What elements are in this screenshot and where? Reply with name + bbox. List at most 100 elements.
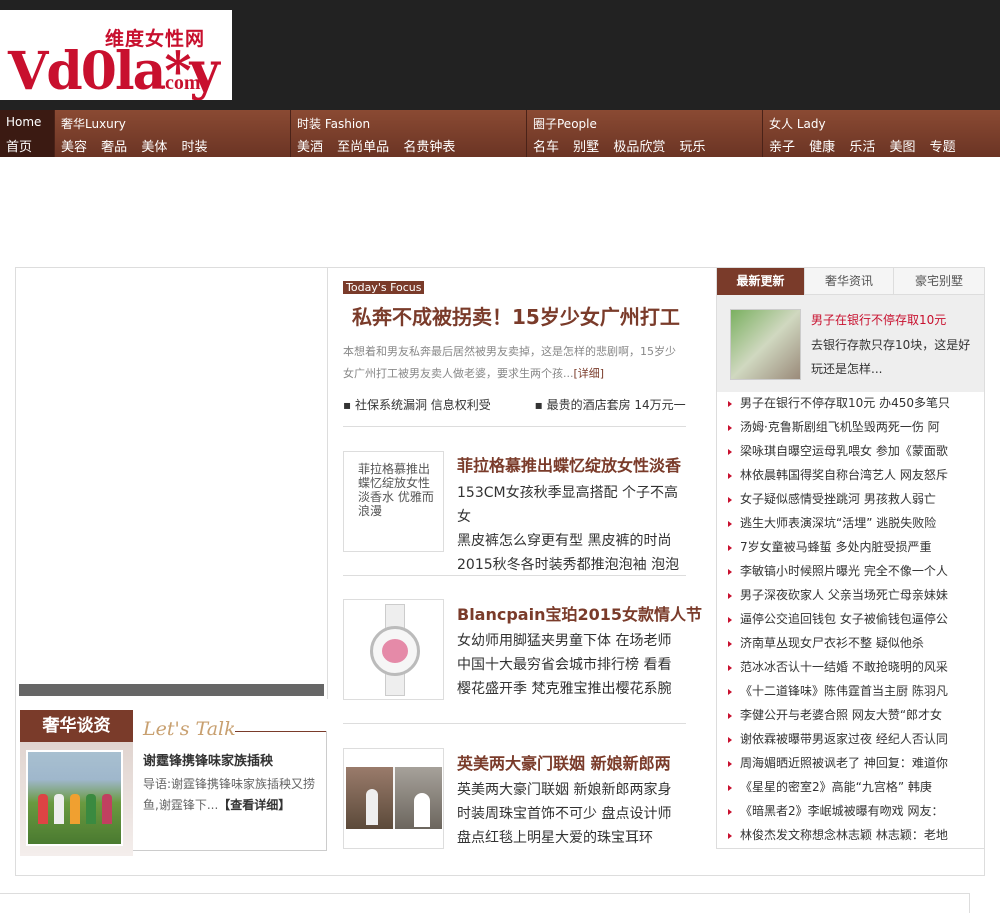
nav-section-head[interactable]: Home [6,115,41,129]
news-item[interactable]: 林依晨韩国得奖自称台湾艺人 网友怒斥 [726,465,984,489]
story-links: 女幼师用脚猛夹男童下体 在场老师 中国十大最穷省会城市排行榜 看看 樱花盛开季 … [457,629,685,701]
news-item[interactable]: 逃生大师表演深坑“活埋” 逃脱失败险 [726,513,984,537]
nav-link[interactable]: 时装 [181,140,207,155]
story-links: 153CM女孩秋季显高搭配 个子不高女 黑皮裤怎么穿更有型 黑皮裤的时尚 201… [457,481,685,577]
nav-section-head[interactable]: 时装 Fashion [297,115,370,132]
story-link[interactable]: 黑皮裤怎么穿更有型 黑皮裤的时尚 [457,529,685,553]
nav-link[interactable]: 美酒 [297,140,323,155]
related-link[interactable]: 最贵的酒店套房 14万元一 [547,398,686,412]
news-list: 男子在银行不停存取10元 办450多笔只 汤姆·克鲁斯剧组飞机坠毁两死一伤 阿 … [726,393,984,849]
focus-headline[interactable]: 私奔不成被拐卖！15岁少女广州打工 [352,301,680,330]
nav-section-home[interactable]: Home 首页 [0,110,55,157]
person-figure [38,794,48,824]
nav-link[interactable]: 名车 [533,140,559,155]
slider-caption-bar [19,684,324,696]
story-link[interactable]: 时装周珠宝首饰不可少 盘点设计师 [457,802,685,826]
story-links: 英美两大豪门联姻 新娘新郎两家身 时装周珠宝首饰不可少 盘点设计师 盘点红毯上明… [457,778,685,850]
news-item[interactable]: 林俊杰发文称想念林志颖 林志颖：老地 [726,825,984,849]
story-link[interactable]: 女幼师用脚猛夹男童下体 在场老师 [457,629,685,653]
view-details-link[interactable]: 【查看详细】 [218,798,290,812]
related-link[interactable]: 社保系统漏洞 信息权利受 [355,398,491,412]
news-item[interactable]: 周海媚晒近照被讽老了 神回复：难道你 [726,753,984,777]
figure [366,789,378,825]
nav-link[interactable]: 玩乐 [679,140,705,155]
news-item[interactable]: 范冰冰否认十一结婚 不敢抢晓明的风采 [726,657,984,681]
luxury-thumbnail[interactable] [26,750,123,846]
nav-link[interactable]: 别墅 [573,140,599,155]
luxury-talk-title: 奢华谈资 [20,710,133,742]
footer-box [0,893,970,913]
nav-section-head[interactable]: 圈子People [533,115,597,132]
nav-link[interactable]: 乐活 [849,140,875,155]
news-item[interactable]: 7岁女童被马蜂蜇 多处内脏受损严重 [726,537,984,561]
nav-section-people: 圈子People 名车 别墅 极品欣赏 玩乐 [527,110,763,157]
person-figure [54,794,64,824]
luxury-headline[interactable]: 谢霆锋携锋味家族插秧 [143,750,273,769]
nav-link[interactable]: 至尚单品 [337,140,389,155]
nav-link[interactable]: 极品欣赏 [613,140,665,155]
featured-news-thumbnail[interactable] [730,309,801,380]
divider [326,731,327,851]
nav-link[interactable]: 美图 [889,140,915,155]
story-thumbnail[interactable] [343,748,444,849]
story-title[interactable]: 英美两大豪门联姻 新娘新郎两 [457,750,671,774]
nav-link[interactable]: 美体 [141,140,167,155]
story-title[interactable]: 菲拉格慕推出蝶忆绽放女性淡香 [457,452,681,476]
figure [414,793,430,827]
news-item[interactable]: 李敏镐小时候照片曝光 完全不像一个人 [726,561,984,585]
watch-image [370,604,420,696]
lets-talk-text: Let's Talk [143,718,236,740]
featured-news-title[interactable]: 男子在银行不停存取10元 [811,311,946,328]
story-link[interactable]: 153CM女孩秋季显高搭配 个子不高女 [457,481,685,529]
news-item[interactable]: 梁咏琪自曝空运母乳喂女 参加《蒙面歌 [726,441,984,465]
story-link[interactable]: 中国十大最穷省会城市排行榜 看看 [457,653,685,677]
news-item[interactable]: 汤姆·克鲁斯剧组飞机坠毁两死一伤 阿 [726,417,984,441]
news-item[interactable]: 男子在银行不停存取10元 办450多笔只 [726,393,984,417]
news-item[interactable]: 李健公开与老婆合照 网友大赞“郎才女 [726,705,984,729]
story-thumbnail[interactable] [343,599,444,700]
news-item[interactable]: 《星星的密室2》高能“九宫格” 韩庚 [726,777,984,801]
focus-desc-text: 本想着和男友私奔最后居然被男友卖掉，这是怎样的悲剧啊，15岁少女广州打工被男友卖… [343,345,676,380]
story-title[interactable]: Blancpain宝珀2015女款情人节 [457,601,702,625]
sidebar-tabs: 最新更新 奢华资讯 豪宅别墅 [717,268,984,295]
divider [716,848,985,849]
story-link[interactable]: 盘点红毯上明星大爱的珠宝耳环 [457,826,685,850]
nav-link[interactable]: 健康 [809,140,835,155]
news-item[interactable]: 济南草丛现女尸衣衫不整 疑似他杀 [726,633,984,657]
thumbnail-caption: 菲拉格慕推出蝶忆绽放女性淡香水 优雅而浪漫 [358,462,434,518]
nav-link[interactable]: 奢品 [101,140,127,155]
logo-com-text: .com [160,72,201,94]
nav-section-fashion: 时装 Fashion 美酒 至尚单品 名贵钟表 [291,110,527,157]
news-item[interactable]: 男子深夜砍家人 父亲当场死亡母亲妹妹 [726,585,984,609]
nav-link[interactable]: 美容 [61,140,87,155]
nav-section-head[interactable]: 女人 Lady [769,115,826,132]
news-item[interactable]: 谢依霖被曝带男返家过夜 经纪人否认同 [726,729,984,753]
tab-luxury-news[interactable]: 奢华资讯 [805,268,894,295]
tab-villas[interactable]: 豪宅别墅 [894,268,984,295]
tab-latest[interactable]: 最新更新 [717,268,805,295]
news-item[interactable]: 《暗黑者2》李岷城被曝有吻戏 网友： [726,801,984,825]
details-link[interactable]: [详细] [574,367,605,380]
news-item[interactable]: 逼停公交追回钱包 女子被偷钱包逼停公 [726,609,984,633]
news-item[interactable]: 《十二道锋味》陈伟霆首当主厨 陈羽凡 [726,681,984,705]
news-item[interactable]: 女子疑似感情受挫跳河 男孩救人弱亡 [726,489,984,513]
divider [343,575,686,576]
featured-news-desc: 去银行存款只存10块，这是好玩还是怎样... [811,338,971,376]
todays-focus-label: Today's Focus [343,281,425,294]
story-link[interactable]: 2015秋冬各时装秀都推泡泡袖 泡泡 [457,553,685,577]
nav-section-lady: 女人 Lady 亲子 健康 乐活 美图 专题 [763,110,1000,157]
story-link[interactable]: 樱花盛开季 梵克雅宝推出樱花系腕 [457,677,685,701]
nav-link[interactable]: 亲子 [769,140,795,155]
nav-link[interactable]: 名贵钟表 [403,140,455,155]
site-logo[interactable]: 维度女性网 Vd0la*y .com [0,10,232,100]
nav-link-home[interactable]: 首页 [6,140,32,155]
divider [133,850,327,851]
divider [343,426,686,427]
nav-link[interactable]: 专题 [930,140,956,155]
main-nav: Home 首页 奢华Luxury 美容 奢品 美体 时装 时装 Fashion … [0,110,1000,157]
nav-section-head[interactable]: 奢华Luxury [61,115,126,132]
story-thumbnail[interactable]: 菲拉格慕推出蝶忆绽放女性淡香水 优雅而浪漫 [343,451,444,552]
image-slider[interactable] [15,267,328,699]
focus-related-links: ▪ 社保系统漏洞 信息权利受 ▪ 最贵的酒店套房 14万元一 [343,398,686,412]
story-link[interactable]: 英美两大豪门联姻 新娘新郎两家身 [457,778,685,802]
